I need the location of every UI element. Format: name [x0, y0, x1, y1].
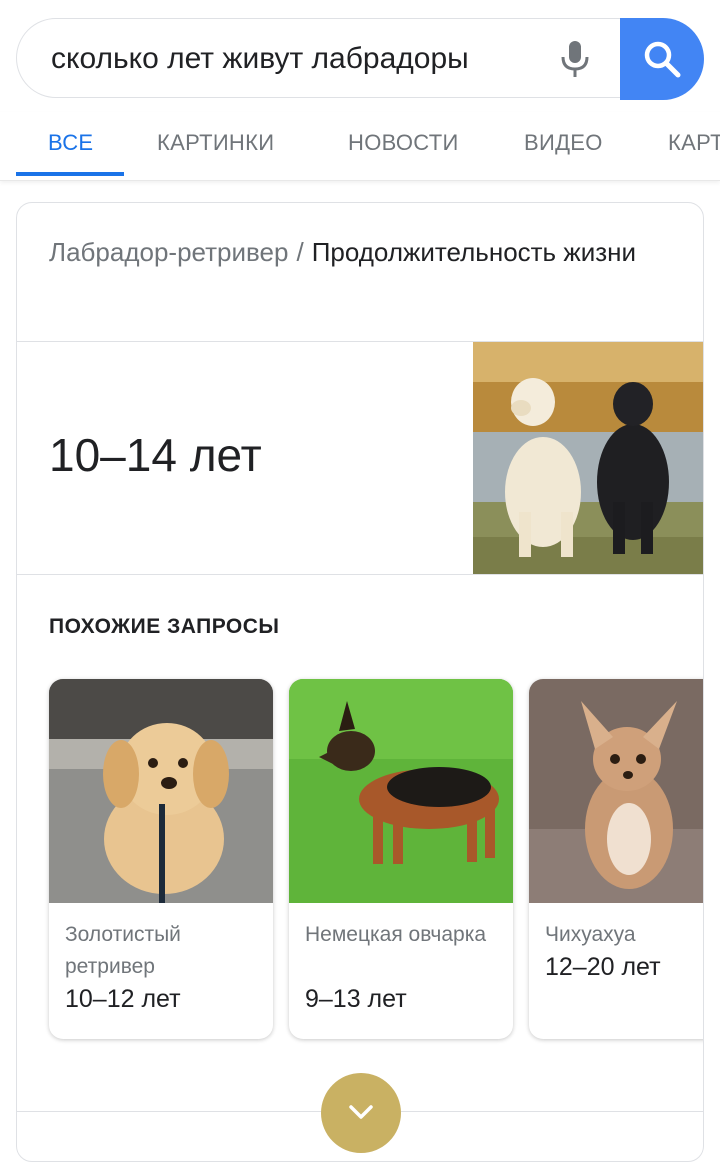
- related-card-german-shepherd[interactable]: Немецкая овчарка 9–13 лет: [289, 679, 513, 1039]
- answer-value: 10–14 лет: [49, 429, 262, 481]
- related-breed-name: Чихуахуа: [545, 923, 636, 946]
- search-box[interactable]: сколько лет живут лабрадоры: [16, 18, 702, 98]
- related-card-golden-retriever[interactable]: Золотистый ретривер 10–12 лет: [49, 679, 273, 1039]
- golden-retriever-photo: [49, 679, 273, 903]
- tab-news[interactable]: НОВОСТИ: [348, 112, 459, 178]
- related-lifespan: 10–12 лет: [65, 985, 181, 1013]
- mic-icon[interactable]: [557, 39, 593, 79]
- search-tabs: ВСЕ КАРТИНКИ НОВОСТИ ВИДЕО КАРТЫ: [0, 112, 720, 181]
- related-searches-title: ПОХОЖИЕ ЗАПРОСЫ: [49, 615, 280, 638]
- chevron-down-icon: [349, 1105, 373, 1119]
- expand-more-button[interactable]: [321, 1073, 401, 1153]
- active-tab-indicator: [16, 172, 124, 176]
- related-card-chihuahua[interactable]: Чихуахуа 12–20 лет: [529, 679, 703, 1039]
- tab-maps[interactable]: КАРТЫ: [668, 112, 720, 178]
- search-button[interactable]: [620, 18, 704, 100]
- tab-video[interactable]: ВИДЕО: [524, 112, 603, 178]
- german-shepherd-photo: [289, 679, 513, 903]
- search-icon: [644, 41, 681, 78]
- divider: [17, 574, 703, 575]
- tab-images[interactable]: КАРТИНКИ: [157, 112, 274, 178]
- breadcrumb: Лабрадор-ретривер / Продолжительность жизн…: [49, 231, 669, 273]
- answer-card: Лабрадор-ретривер / Продолжительность жизн…: [16, 202, 704, 1162]
- breadcrumb-parent-link[interactable]: Лабрадор-ретривер: [49, 237, 288, 267]
- breadcrumb-separator: /: [296, 237, 304, 267]
- related-lifespan: 9–13 лет: [305, 985, 407, 1013]
- related-breed-name: Золотистый ретривер: [65, 923, 181, 978]
- related-lifespan: 12–20 лет: [545, 953, 661, 981]
- related-breed-name: Немецкая овчарка: [305, 923, 487, 946]
- tab-all[interactable]: ВСЕ: [48, 112, 93, 178]
- labrador-photo[interactable]: [473, 342, 703, 574]
- breadcrumb-current: Продолжительность жизни: [311, 237, 637, 267]
- chihuahua-photo: [529, 679, 703, 903]
- search-input[interactable]: сколько лет живут лабрадоры: [51, 19, 469, 99]
